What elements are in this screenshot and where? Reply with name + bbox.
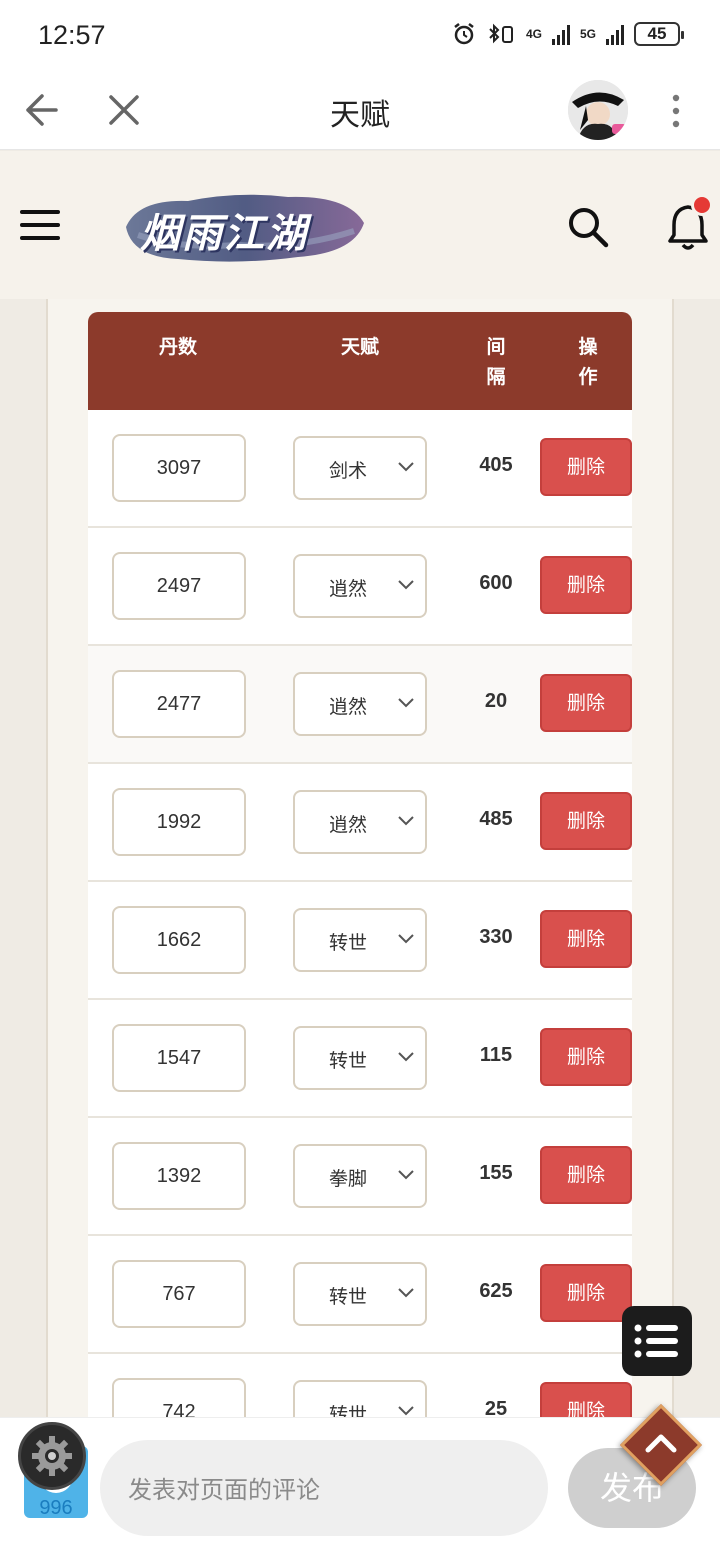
interval-value: 405	[479, 454, 513, 476]
delete-button[interactable]: 删除	[540, 1146, 632, 1204]
table-row: 1547 转世 115 删除	[88, 1000, 632, 1118]
comment-input[interactable]: 发表对页面的评论	[100, 1440, 548, 1536]
notification-dot	[691, 194, 713, 216]
count-input[interactable]: 2497	[112, 552, 246, 620]
network-4g-label: 4G	[525, 27, 542, 41]
talent-select[interactable]: 转世	[293, 908, 427, 972]
status-bar: 12:57 4G 5G 45	[0, 0, 720, 72]
nav-bar: 天赋	[0, 72, 720, 150]
signal-5g-icon	[606, 23, 624, 45]
talent-select[interactable]: 转世	[293, 1026, 427, 1090]
network-5g-label: 5G	[579, 27, 596, 41]
table-row: 2497 逍然 600 删除	[88, 528, 632, 646]
interval-value: 330	[479, 926, 513, 948]
delete-button[interactable]: 删除	[540, 674, 632, 732]
badge-count: 996	[39, 1497, 73, 1519]
status-icons: 4G 5G 45	[452, 22, 684, 46]
interval-value: 20	[484, 690, 508, 712]
table-row: 767 转世 625 删除	[88, 1236, 632, 1354]
talent-select[interactable]: 转世	[293, 1262, 427, 1326]
talent-select-value: 转世	[329, 1286, 368, 1308]
count-input[interactable]: 3097	[112, 434, 246, 502]
avatar[interactable]	[568, 80, 628, 140]
interval-value: 600	[479, 572, 513, 594]
site-logo[interactable]: 烟雨江湖	[118, 187, 368, 267]
battery-level: 45	[647, 24, 667, 43]
talent-select-value: 转世	[329, 1404, 368, 1418]
delete-button[interactable]: 删除	[540, 1028, 632, 1086]
talent-select[interactable]: 转世	[293, 1380, 427, 1418]
count-input[interactable]: 1992	[112, 788, 246, 856]
delete-button[interactable]: 删除	[540, 792, 632, 850]
search-icon[interactable]	[566, 205, 610, 249]
chevron-down-icon	[398, 1052, 414, 1062]
table-row: 1392 拳脚 155 删除	[88, 1118, 632, 1236]
delete-button[interactable]: 删除	[540, 556, 632, 614]
interval-value: 115	[479, 1044, 513, 1066]
chevron-up-icon	[645, 1434, 677, 1453]
column-header-interval: 间 隔	[486, 336, 506, 388]
talent-select-value: 逍然	[329, 578, 368, 600]
menu-icon[interactable]	[20, 207, 62, 243]
table-row: 1992 逍然 485 删除	[88, 764, 632, 882]
chevron-down-icon	[398, 580, 414, 590]
chevron-down-icon	[398, 1406, 414, 1416]
count-input[interactable]: 767	[112, 1260, 246, 1328]
toc-button[interactable]	[622, 1306, 692, 1376]
delete-button[interactable]: 删除	[540, 910, 632, 968]
chevron-down-icon	[398, 934, 414, 944]
interval-value: 485	[479, 808, 513, 830]
site-header: 烟雨江湖	[0, 151, 720, 299]
count-input[interactable]: 2477	[112, 670, 246, 738]
count-input[interactable]: 742	[112, 1378, 246, 1418]
interval-value: 625	[479, 1280, 513, 1302]
talent-table: 丹数 天赋 间 隔 操 作 3097 剑术 405 删除 2497 逍然 600 删除 2477…	[88, 312, 632, 1418]
chevron-down-icon	[398, 462, 414, 472]
interval-value: 25	[484, 1398, 508, 1418]
count-input[interactable]: 1662	[112, 906, 246, 974]
status-time: 12:57	[38, 20, 106, 50]
column-header-action: 操 作	[578, 336, 598, 388]
table-row: 3097 剑术 405 删除	[88, 410, 632, 528]
list-icon	[634, 1324, 678, 1358]
chevron-down-icon	[398, 1288, 414, 1298]
count-input[interactable]: 1547	[112, 1024, 246, 1092]
count-input[interactable]: 1392	[112, 1142, 246, 1210]
gear-icon	[32, 1436, 72, 1476]
talent-select-value: 转世	[329, 932, 368, 954]
bluetooth-vibrate-icon	[489, 23, 513, 44]
alarm-icon	[454, 23, 474, 45]
table-row: 2477 逍然 20 删除	[88, 646, 632, 764]
talent-select[interactable]: 拳脚	[293, 1144, 427, 1208]
table-row: 742 转世 25 删除	[88, 1354, 632, 1418]
chevron-down-icon	[398, 1170, 414, 1180]
talent-select-value: 逍然	[329, 814, 368, 836]
talent-select-value: 转世	[329, 1050, 368, 1072]
signal-4g-icon	[551, 23, 570, 45]
chevron-down-icon	[398, 698, 414, 708]
chevron-down-icon	[398, 816, 414, 826]
talent-select[interactable]: 逍然	[293, 672, 427, 736]
table-header: 丹数 天赋 间 隔 操 作	[88, 312, 632, 410]
delete-button[interactable]: 删除	[540, 1264, 632, 1322]
table-body: 3097 剑术 405 删除 2497 逍然 600 删除 2477 逍然 20 删除 1992 逍然 48…	[88, 410, 632, 1418]
talent-select-value: 拳脚	[329, 1168, 368, 1190]
battery-indicator: 45	[634, 22, 684, 46]
interval-value: 155	[479, 1162, 513, 1184]
delete-button[interactable]: 删除	[540, 438, 632, 496]
column-header-talent: 天赋	[340, 336, 379, 358]
talent-select-value: 剑术	[329, 460, 368, 482]
comment-placeholder: 发表对页面的评论	[128, 1476, 320, 1504]
logo-text: 烟雨江湖	[140, 210, 308, 257]
talent-select[interactable]: 剑术	[293, 436, 427, 500]
table-row: 1662 转世 330 删除	[88, 882, 632, 1000]
talent-select[interactable]: 逍然	[293, 554, 427, 618]
more-vertical-icon[interactable]	[662, 92, 690, 130]
talent-select-value: 逍然	[329, 696, 368, 718]
talent-select[interactable]: 逍然	[293, 790, 427, 854]
delete-button[interactable]: 删除	[540, 1382, 632, 1418]
settings-fab[interactable]	[18, 1422, 86, 1490]
column-header-count: 丹数	[158, 336, 197, 358]
